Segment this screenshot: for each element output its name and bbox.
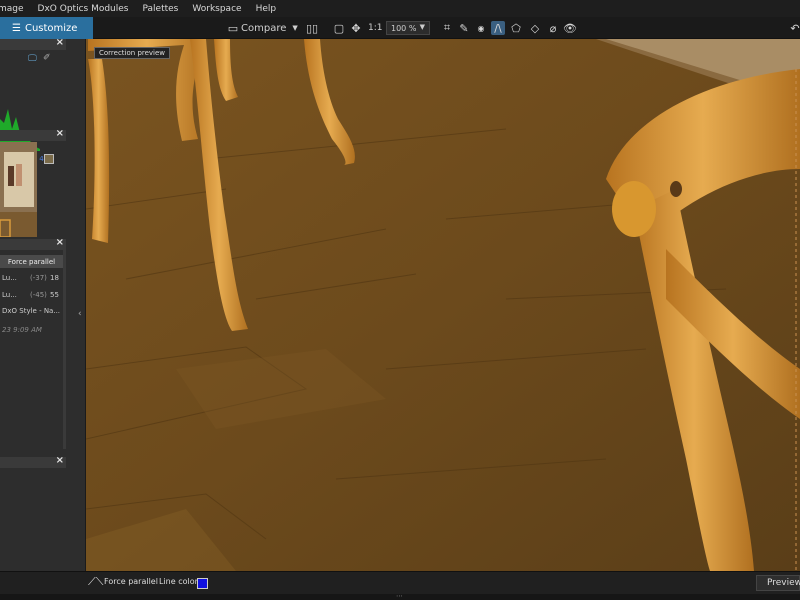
- toolbar: ☰ Customize ▭ Compare ▼ ▯▯ ▢ ✥ 1:1 100 %…: [0, 17, 800, 39]
- left-panel: × 🖵 ✐ 103, 83, 48 × × Force parallel Lu.…: [0, 37, 86, 571]
- setting-row: Lu... (-37) 18: [2, 274, 62, 282]
- move-icon[interactable]: ✥: [349, 21, 363, 35]
- compare-label: Compare: [241, 22, 287, 34]
- row-original-value: (-37): [30, 274, 47, 282]
- perspective-rect-icon[interactable]: ⬠: [509, 21, 523, 35]
- navigator-panel-header: ×: [0, 128, 66, 141]
- row-value[interactable]: 55: [50, 291, 59, 299]
- line-color-swatch[interactable]: [197, 578, 208, 589]
- histogram-panel-header: ×: [0, 37, 66, 50]
- navigator-thumbnail[interactable]: [0, 142, 37, 237]
- crop-frame-icon[interactable]: ▭: [226, 21, 240, 35]
- image-viewer[interactable]: Correction preview: [86, 39, 800, 571]
- menu-help[interactable]: Help: [249, 4, 284, 14]
- split-view-icon[interactable]: ▯▯: [305, 21, 319, 35]
- style-text: DxO Style - Na...: [2, 307, 61, 315]
- menu-palettes[interactable]: Palettes: [136, 4, 186, 14]
- close-icon[interactable]: ×: [56, 37, 64, 48]
- pen-icon[interactable]: ✐: [43, 53, 51, 63]
- bottom-toolbar: ⟋⟍ Force parallel Line color Preview: [0, 571, 800, 594]
- eyedropper-icon[interactable]: ✎: [457, 21, 471, 35]
- menu-image[interactable]: mage: [0, 4, 31, 14]
- fit-view-icon[interactable]: ▢: [332, 21, 346, 35]
- compare-button[interactable]: Compare ▼: [241, 17, 298, 39]
- rotate-icon[interactable]: ↶: [788, 21, 800, 35]
- row-label: Lu...: [2, 274, 17, 282]
- menu-dxo-optics-modules[interactable]: DxO Optics Modules: [31, 4, 136, 14]
- row-label: Lu...: [2, 291, 17, 299]
- color-swatch: [44, 154, 54, 164]
- menu-bar: mage DxO Optics Modules Palettes Workspa…: [0, 0, 800, 17]
- perspective-panel-header: ×: [0, 237, 66, 250]
- zoom-value: 100 %: [391, 23, 417, 33]
- close-icon[interactable]: ×: [56, 128, 64, 139]
- close-icon[interactable]: ×: [56, 455, 64, 466]
- date-text: 23 9:09 AM: [2, 326, 42, 334]
- preview-button[interactable]: Preview: [756, 575, 800, 591]
- row-value[interactable]: 18: [50, 274, 59, 282]
- zoom-select[interactable]: 100 % ▼: [386, 21, 430, 35]
- monitor-icon[interactable]: 🖵: [28, 54, 37, 64]
- photo: [86, 39, 800, 571]
- status-bar: ⋯: [0, 592, 800, 600]
- setting-row: Lu... (-45) 55: [2, 291, 62, 299]
- collapsed-panel-header: ×: [0, 455, 66, 468]
- caret-down-icon: ▼: [419, 23, 425, 31]
- repair-icon[interactable]: ⌀: [546, 21, 560, 35]
- customize-label: Customize: [24, 22, 78, 34]
- correction-preview-label: Correction preview: [94, 47, 171, 59]
- force-parallel-tab[interactable]: Force parallel: [0, 255, 63, 268]
- line-color-label: Line color: [159, 577, 198, 586]
- crop-icon[interactable]: ⌗: [440, 21, 454, 35]
- customize-button[interactable]: ☰ Customize: [0, 17, 93, 39]
- resize-grip-icon[interactable]: ⋯: [396, 592, 403, 600]
- force-parallel-label[interactable]: Force parallel: [104, 577, 158, 586]
- menu-lines-icon: ☰: [12, 22, 21, 34]
- row-original-value: (-45): [30, 291, 47, 299]
- perspective-line-icon[interactable]: /\: [491, 21, 505, 35]
- collapse-panel-icon[interactable]: ‹: [78, 309, 82, 319]
- one-to-one-button[interactable]: 1:1: [368, 17, 382, 39]
- force-parallel-icon[interactable]: ⟋⟍: [88, 575, 103, 589]
- menu-workspace[interactable]: Workspace: [185, 4, 248, 14]
- red-eye-icon[interactable]: ◉: [474, 21, 488, 35]
- caret-down-icon: ▼: [292, 24, 298, 32]
- perspective-free-icon[interactable]: ◇: [528, 21, 542, 35]
- scrollbar[interactable]: [63, 239, 66, 449]
- eye-icon[interactable]: 👁: [563, 21, 577, 35]
